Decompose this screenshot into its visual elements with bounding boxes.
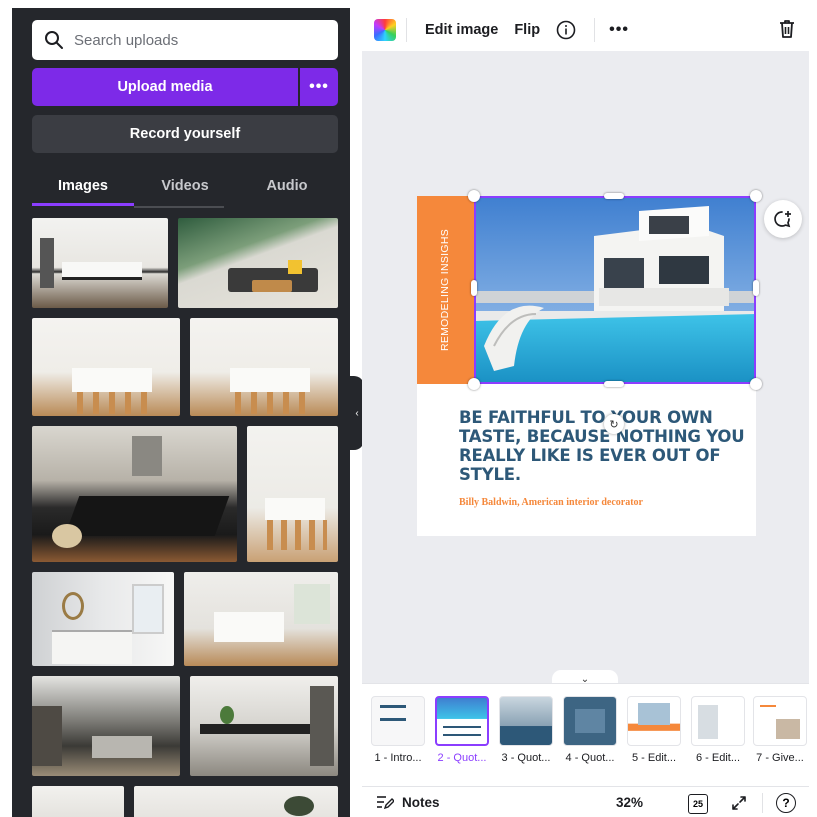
upload-image-thumb[interactable] <box>32 426 237 562</box>
page-label: 2 - Quot... <box>437 752 487 764</box>
house-photo[interactable] <box>474 196 756 384</box>
upload-image-thumb[interactable] <box>247 426 338 562</box>
upload-image-thumb[interactable] <box>184 572 338 666</box>
page-preview <box>563 696 617 746</box>
page-label: 7 - Give... <box>756 752 804 764</box>
record-yourself-button[interactable]: Record yourself <box>32 115 338 153</box>
upload-image-thumb[interactable] <box>32 218 168 308</box>
page-preview <box>627 696 681 746</box>
notes-button[interactable]: Notes <box>402 795 440 810</box>
editor-root: Upload media ••• Record yourself Images … <box>0 0 817 817</box>
page-count-button[interactable]: 25 <box>688 794 708 814</box>
upload-media-button[interactable]: Upload media <box>32 68 298 106</box>
uploads-panel: Upload media ••• Record yourself Images … <box>12 8 350 817</box>
page-thumb-3[interactable]: 3 - Quot... <box>498 696 554 764</box>
resize-handle-bottom-left[interactable] <box>468 378 480 390</box>
resize-handle-top-right[interactable] <box>750 190 762 202</box>
page-label: 1 - Intro... <box>374 752 422 764</box>
page-preview <box>435 696 489 746</box>
page-thumb-7[interactable]: 7 - Give... <box>752 696 808 764</box>
design-page[interactable]: REMODELING INSIGHS BE FAITHFUL TO YOUR O… <box>417 196 756 536</box>
upload-image-thumb[interactable] <box>178 218 338 308</box>
orange-side-bar[interactable]: REMODELING INSIGHS <box>417 196 474 384</box>
upload-image-thumb[interactable] <box>190 676 338 776</box>
media-tabs: Images Videos Audio <box>32 168 338 208</box>
page-thumb-6[interactable]: 6 - Edit... <box>690 696 746 764</box>
bottom-bar: Notes 32% 25 ? <box>362 786 809 817</box>
resize-handle-left[interactable] <box>471 280 477 296</box>
info-icon[interactable] <box>556 20 576 40</box>
page-preview <box>499 696 553 746</box>
design-canvas[interactable]: REMODELING INSIGHS BE FAITHFUL TO YOUR O… <box>362 51 809 683</box>
edit-image-button[interactable]: Edit image <box>425 22 498 38</box>
trash-icon[interactable] <box>777 18 797 40</box>
upload-image-thumb[interactable] <box>32 318 180 416</box>
house-photo-graphic <box>474 196 756 384</box>
upload-image-thumb[interactable] <box>32 572 174 666</box>
pages-strip: 1 - Intro... 2 - Quot... 3 - Quot... 4 -… <box>362 683 809 773</box>
tab-audio[interactable]: Audio <box>236 168 338 208</box>
page-thumb-1[interactable]: 1 - Intro... <box>370 696 426 764</box>
search-box[interactable] <box>32 20 338 60</box>
toolbar-divider <box>406 17 407 42</box>
page-label: 6 - Edit... <box>695 752 741 764</box>
resize-handle-right[interactable] <box>753 280 759 296</box>
flip-button[interactable]: Flip <box>514 22 540 38</box>
upload-image-thumb[interactable] <box>134 786 338 817</box>
page-preview <box>371 696 425 746</box>
more-options-button[interactable]: ••• <box>609 21 629 39</box>
fullscreen-icon[interactable] <box>730 794 748 812</box>
upload-image-thumb[interactable] <box>32 786 124 817</box>
quote-author[interactable]: Billy Baldwin, American interior decorat… <box>459 497 643 508</box>
tab-divider <box>134 206 224 208</box>
upload-image-thumb[interactable] <box>190 318 338 416</box>
upload-image-thumb[interactable] <box>32 676 180 776</box>
top-toolbar: Edit image Flip ••• <box>362 8 809 51</box>
tab-videos[interactable]: Videos <box>134 168 236 208</box>
page-thumb-5[interactable]: 5 - Edit... <box>626 696 682 764</box>
page-label: 5 - Edit... <box>631 752 677 764</box>
notes-icon[interactable] <box>376 794 394 810</box>
zoom-level[interactable]: 32% <box>616 795 643 810</box>
upload-more-button[interactable]: ••• <box>300 68 338 106</box>
resize-handle-bottom-right[interactable] <box>750 378 762 390</box>
tab-images[interactable]: Images <box>32 168 134 208</box>
page-thumb-4[interactable]: 4 - Quot... <box>562 696 618 764</box>
page-thumb-2[interactable]: 2 - Quot... <box>434 696 490 764</box>
vertical-heading[interactable]: REMODELING INSIGHS <box>439 229 451 351</box>
resize-handle-top-left[interactable] <box>468 190 480 202</box>
chevron-left-icon: ‹ <box>355 407 359 419</box>
rotate-icon[interactable]: ↻ <box>604 414 624 434</box>
color-picker-icon[interactable] <box>374 18 396 41</box>
help-button[interactable]: ? <box>776 793 796 813</box>
resize-handle-bottom[interactable] <box>604 381 624 387</box>
add-comment-button[interactable] <box>764 200 802 238</box>
page-label: 3 - Quot... <box>501 752 551 764</box>
toolbar-divider <box>594 17 596 42</box>
page-label: 4 - Quot... <box>565 752 615 764</box>
add-comment-icon <box>774 211 791 228</box>
search-icon <box>45 31 63 49</box>
resize-handle-top[interactable] <box>604 193 624 199</box>
search-input[interactable] <box>74 31 324 49</box>
page-preview <box>691 696 745 746</box>
footer-divider <box>762 793 763 813</box>
page-preview <box>753 696 807 746</box>
